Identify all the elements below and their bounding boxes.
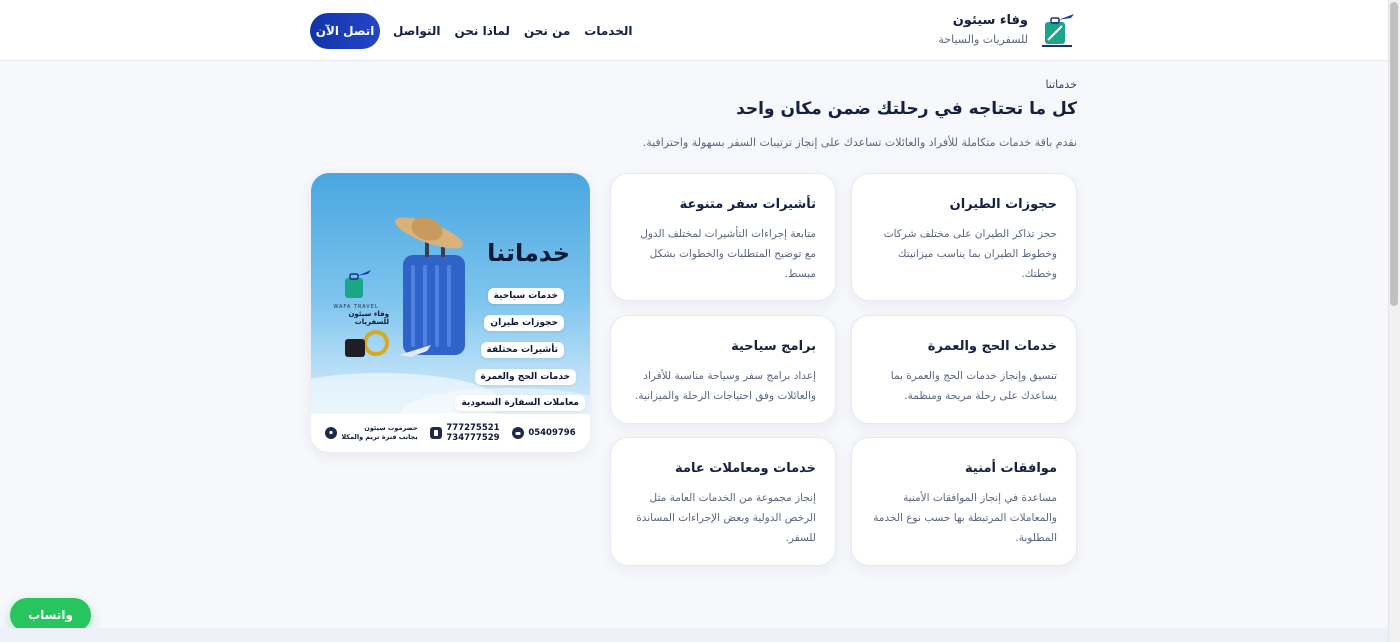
brand-text: وفاء سيئون للسفريات والسياحة: [938, 11, 1028, 49]
card-description: مساعدة في إنجاز الموافقات الأمنية والمعا…: [873, 492, 1057, 544]
service-card-tourism-programs[interactable]: برامج سياحية إعداد برامج سفر وسياحة مناس…: [610, 315, 836, 424]
service-card-flights[interactable]: حجوزات الطيران حجز تذاكر الطيران على مخت…: [851, 173, 1077, 301]
mobile-phone-icon: [430, 427, 443, 439]
scrollbar-thumb[interactable]: [1390, 2, 1398, 306]
main-nav: اتصل الآن التواصل لماذا نحن من نحن الخدم…: [310, 13, 634, 49]
nav-link-services[interactable]: الخدمات: [583, 13, 633, 49]
mobile-number-2: 734777529: [446, 433, 500, 443]
nav-link-why-us[interactable]: لماذا نحن: [453, 13, 510, 49]
location-line-1: حضرموت سيئون: [364, 424, 418, 432]
section-title: كل ما تحتاجه في رحلتك ضمن مكان واحد: [736, 99, 1077, 119]
brand-logo: [1038, 10, 1076, 50]
card-title: برامج سياحية: [731, 339, 816, 354]
footer-edge: [0, 628, 1388, 642]
promo-item: تأشيرات مختلفة: [480, 342, 564, 358]
mobile-number-1: 777275521: [446, 423, 500, 433]
location-pin-icon: [325, 427, 338, 439]
card-title: موافقات أمنية: [965, 461, 1057, 476]
promo-landline: 05409796: [512, 427, 576, 439]
promo-item: خدمات سياحية: [487, 288, 564, 304]
landline-number: 05409796: [528, 428, 576, 438]
card-title: حجوزات الطيران: [949, 197, 1057, 212]
promo-contact-bar: حضرموت سيئون بجانب فنزة تريم والمكلا 777…: [311, 414, 590, 452]
promo-item: خدمات الحج والعمرة: [474, 369, 576, 385]
promo-item: معاملات السفارة السعودية: [455, 395, 585, 411]
card-description: حجز تذاكر الطيران على مختلف شركات وخطوط …: [883, 228, 1057, 280]
nav-link-about[interactable]: من نحن: [523, 13, 571, 49]
section-eyebrow: خدماتنا: [1045, 78, 1077, 91]
promo-heading: خدماتنا: [487, 239, 570, 267]
promo-item: حجوزات طيران: [484, 315, 564, 331]
telephone-icon: [512, 427, 525, 439]
card-description: متابعة إجراءات التأشيرات لمختلف الدول مع…: [640, 228, 816, 280]
brand-subtitle: للسفريات والسياحة: [938, 33, 1028, 46]
promo-mobile-phones: 777275521 734777529: [430, 423, 500, 443]
card-description: إعداد برامج سفر وسياحة مناسبة للأفراد وا…: [635, 370, 816, 402]
promo-brand: WAFA TRAVEL وفاء سيئون للسفريات: [323, 268, 389, 326]
promo-brand-arabic: وفاء سيئون للسفريات: [348, 310, 389, 326]
call-now-button[interactable]: اتصل الآن: [310, 13, 380, 49]
service-card-general-services[interactable]: خدمات ومعاملات عامة إنجاز مجموعة من الخد…: [610, 437, 836, 566]
promo-location: حضرموت سيئون بجانب فنزة تريم والمكلا: [325, 424, 418, 442]
services-promo-image: خدماتنا خدمات سياحية حجوزات طيران تأشيرا…: [311, 173, 590, 452]
brand[interactable]: وفاء سيئون للسفريات والسياحة: [938, 10, 1076, 50]
card-title: تأشيرات سفر متنوعة: [679, 197, 816, 212]
service-card-visas[interactable]: تأشيرات سفر متنوعة متابعة إجراءات التأشي…: [610, 173, 836, 301]
card-title: خدمات الحج والعمرة: [927, 339, 1057, 354]
card-description: تنسيق وإنجاز خدمات الحج والعمرة بما يساع…: [890, 370, 1057, 402]
section-description: نقدم باقة خدمات متكاملة للأفراد والعائلا…: [642, 136, 1077, 149]
service-card-hajj-umrah[interactable]: خدمات الحج والعمرة تنسيق وإنجاز خدمات ال…: [851, 315, 1077, 424]
card-description: إنجاز مجموعة من الخدمات العامة مثل الرخص…: [636, 492, 816, 544]
location-line-2: بجانب فنزة تريم والمكلا: [341, 433, 418, 441]
services-section-heading: خدماتنا كل ما تحتاجه في رحلتك ضمن مكان و…: [317, 76, 1077, 152]
nav-link-contact[interactable]: التواصل: [392, 13, 441, 49]
site-header: وفاء سيئون للسفريات والسياحة اتصل الآن ا…: [0, 0, 1388, 61]
brand-name: وفاء سيئون: [952, 13, 1028, 28]
suitcase-plane-icon: [345, 270, 371, 298]
service-card-security-approvals[interactable]: موافقات أمنية مساعدة في إنجاز الموافقات …: [851, 437, 1077, 566]
whatsapp-button[interactable]: واتساب: [10, 598, 91, 632]
page-scrollbar[interactable]: [1388, 0, 1400, 642]
suitcase-plane-icon: [1042, 14, 1074, 47]
card-title: خدمات ومعاملات عامة: [675, 461, 816, 476]
